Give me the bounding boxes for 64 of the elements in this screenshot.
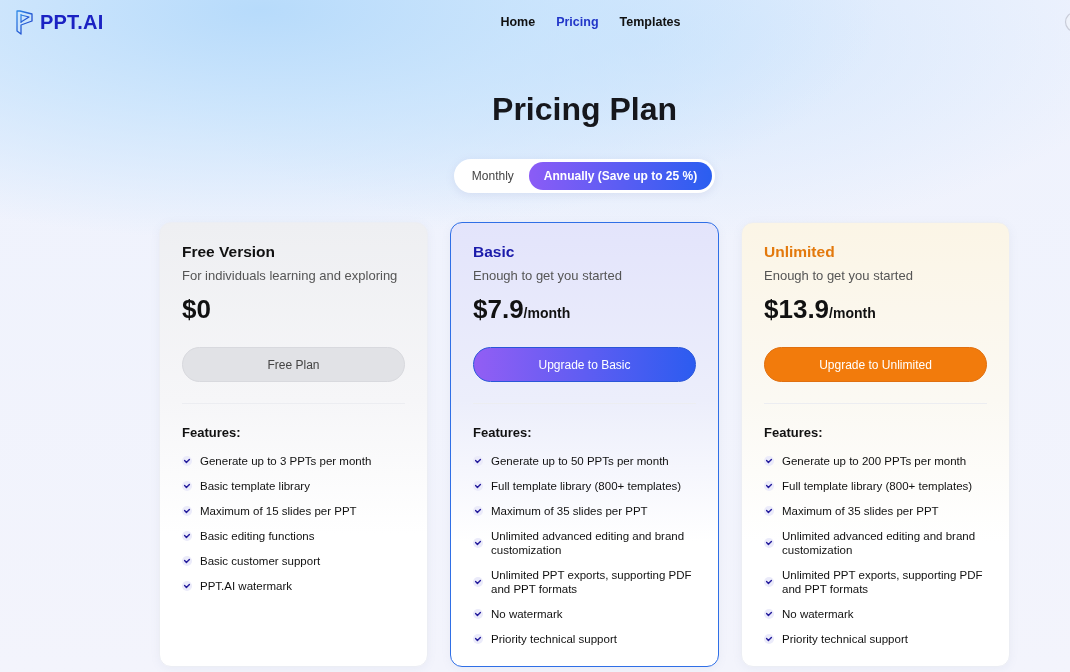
plan-name: Basic	[473, 242, 516, 262]
feature-text: Maximum of 15 slides per PPT	[200, 504, 357, 518]
price-period: /month	[829, 305, 876, 321]
check-icon	[182, 531, 192, 541]
nav-link[interactable]: Templates	[619, 15, 681, 29]
feature-text: Basic template library	[200, 479, 310, 493]
feature-text: No watermark	[491, 607, 563, 621]
feature-text: Priority technical support	[491, 632, 617, 646]
check-icon	[473, 538, 483, 548]
check-icon	[764, 609, 774, 619]
feature-text: Generate up to 50 PPTs per month	[491, 454, 669, 468]
check-icon	[764, 506, 774, 516]
price-period: /month	[523, 305, 571, 321]
plan-description: Enough to get you started	[473, 267, 623, 285]
price-amount: $7.9	[473, 293, 524, 326]
price-amount: $13.9	[764, 293, 830, 326]
nav-link[interactable]: Pricing	[556, 15, 599, 29]
plan-description: Enough to get you started	[764, 267, 914, 285]
feature-text: Generate up to 200 PPTs per month	[782, 454, 967, 468]
feature-text: Unlimited PPT exports, supporting PDF and PPT formats	[491, 568, 693, 596]
logo-text[interactable]: PPT.AI	[40, 10, 104, 34]
check-icon	[764, 577, 774, 587]
plan-button[interactable]: Upgrade to Basic	[473, 347, 696, 382]
check-icon	[182, 456, 192, 466]
features-heading: Features:	[473, 425, 533, 441]
feature-text: Basic editing functions	[200, 529, 315, 543]
plan-name: Free Version	[182, 242, 277, 262]
feature-text: Generate up to 3 PPTs per month	[200, 454, 372, 468]
feature-text: Full template library (800+ templates)	[782, 479, 973, 493]
feature-text: Full template library (800+ templates)	[491, 479, 682, 493]
feature-text: Maximum of 35 slides per PPT	[782, 504, 939, 518]
price-amount: $0	[182, 293, 211, 326]
feature-text: Unlimited advanced editing and brand customization	[782, 529, 977, 557]
nav-link[interactable]: Home	[500, 15, 536, 29]
check-icon	[182, 481, 192, 491]
check-icon	[473, 609, 483, 619]
feature-text: Maximum of 35 slides per PPT	[491, 504, 648, 518]
logo-icon	[16, 9, 33, 35]
feature-text: Basic customer support	[200, 554, 321, 568]
check-icon	[182, 581, 192, 591]
features-heading: Features:	[182, 425, 242, 441]
plan-button[interactable]: Free Plan	[182, 347, 405, 382]
check-icon	[764, 634, 774, 644]
check-icon	[182, 556, 192, 566]
check-icon	[764, 456, 774, 466]
check-icon	[473, 481, 483, 491]
check-icon	[764, 538, 774, 548]
check-icon	[764, 481, 774, 491]
page-title: Pricing Plan	[492, 90, 677, 129]
billing-option[interactable]: Annually (Save up to 25 %)	[528, 162, 713, 190]
feature-text: No watermark	[782, 607, 854, 621]
feature-text: Unlimited PPT exports, supporting PDF and PPT formats	[782, 568, 984, 596]
feature-text: Priority technical support	[782, 632, 908, 646]
billing-option[interactable]: Monthly	[456, 162, 529, 190]
feature-text: PPT.AI watermark	[200, 579, 293, 593]
check-icon	[473, 456, 483, 466]
plan-description: For individuals learning and exploring	[182, 267, 399, 285]
check-icon	[182, 506, 192, 516]
plan-name: Unlimited	[764, 242, 836, 262]
feature-text: Unlimited advanced editing and brand customization	[491, 529, 686, 557]
check-icon	[473, 634, 483, 644]
features-heading: Features:	[764, 425, 824, 441]
check-icon	[473, 506, 483, 516]
check-icon	[473, 577, 483, 587]
